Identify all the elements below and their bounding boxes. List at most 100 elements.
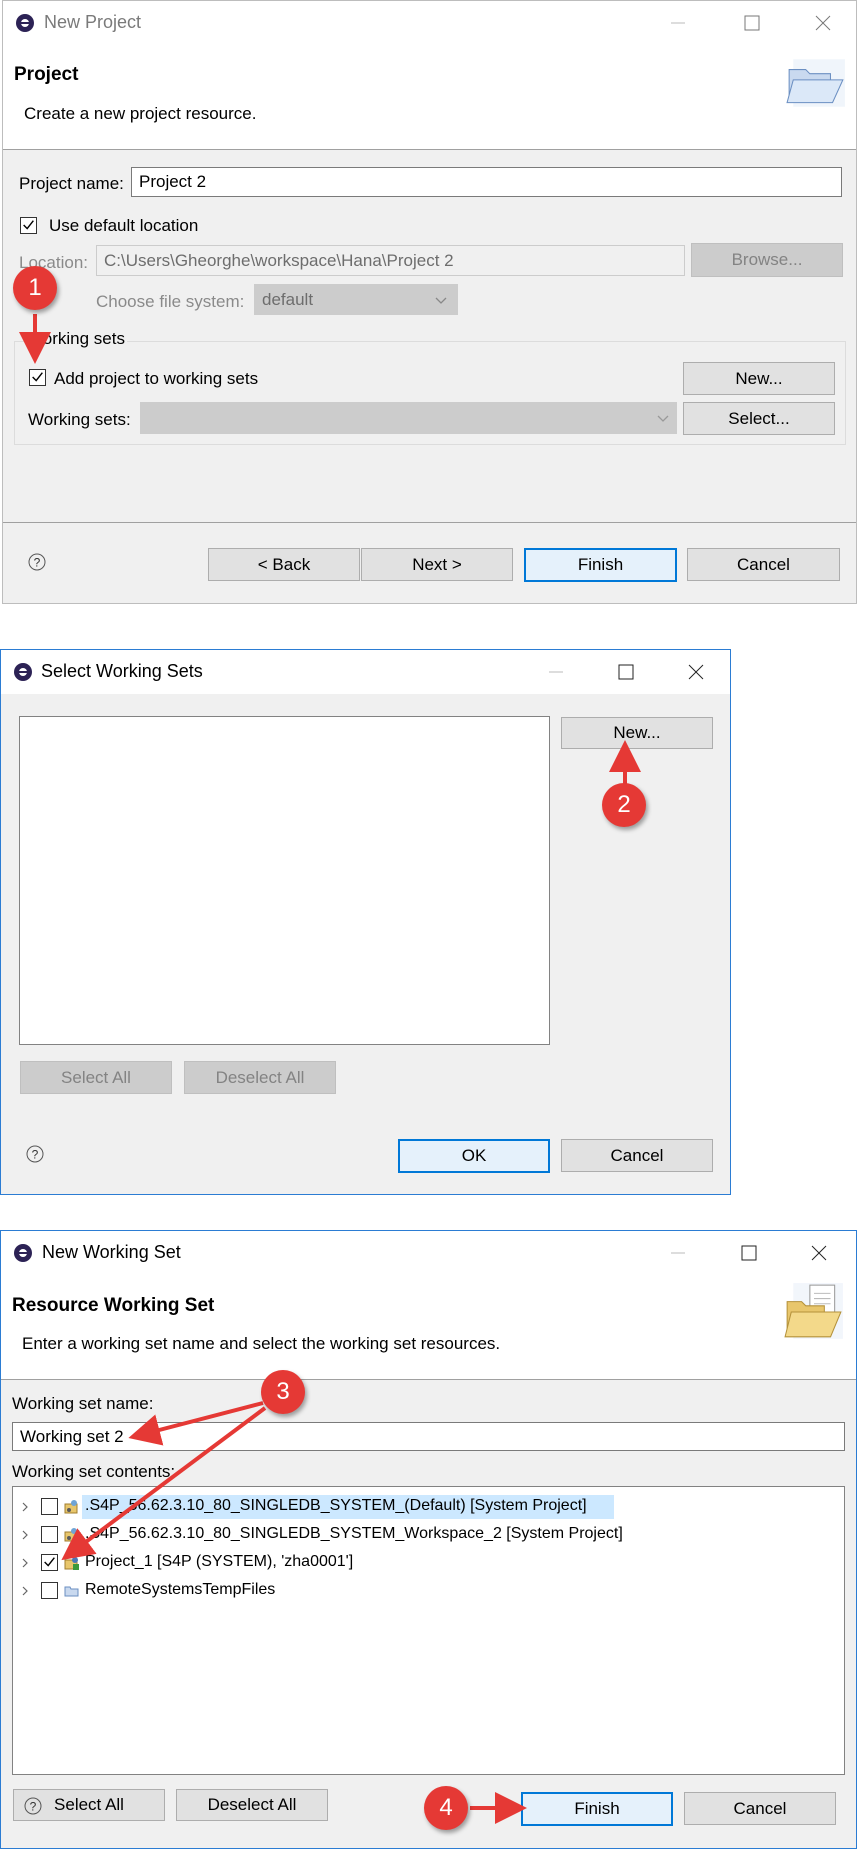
svg-text:?: ? xyxy=(30,1800,37,1814)
minimize-icon[interactable] xyxy=(663,9,693,37)
back-button[interactable]: < Back xyxy=(208,548,360,581)
tree-item[interactable]: .S4P_56.62.3.10_80_SINGLEDB_SYSTEM_Works… xyxy=(13,1523,833,1547)
working-sets-group-label: Working sets xyxy=(25,329,127,349)
cancel-button[interactable]: Cancel xyxy=(684,1792,836,1825)
working-sets-select[interactable] xyxy=(140,402,677,434)
title-bar: New Project xyxy=(3,1,856,45)
chevron-right-icon[interactable] xyxy=(20,1558,30,1568)
title-bar: Select Working Sets xyxy=(1,650,730,694)
file-system-value: default xyxy=(262,290,314,309)
minimize-icon[interactable] xyxy=(663,1239,693,1267)
tree-item-label: RemoteSystemsTempFiles xyxy=(85,1581,276,1598)
svg-text:?: ? xyxy=(34,556,41,570)
help-icon[interactable]: ? xyxy=(24,1797,42,1815)
new-button[interactable]: New... xyxy=(561,717,713,749)
working-set-name-label: Working set name: xyxy=(12,1394,154,1413)
tree-item[interactable]: Project_1 [S4P (SYSTEM), 'zha0001'] xyxy=(13,1551,833,1575)
dialog-header: Resource Working Set Enter a working set… xyxy=(1,1275,856,1379)
title-bar: New Working Set xyxy=(1,1231,856,1275)
use-default-location-checkbox[interactable] xyxy=(20,217,37,234)
working-sets-label: Working sets: xyxy=(28,410,131,429)
svg-text:?: ? xyxy=(32,1148,39,1162)
cancel-button[interactable]: Cancel xyxy=(687,548,840,581)
finish-button[interactable]: Finish xyxy=(524,548,677,582)
minimize-icon[interactable] xyxy=(541,658,571,686)
step-callout-2: 2 xyxy=(602,783,646,827)
next-button[interactable]: Next > xyxy=(361,548,513,581)
finish-button[interactable]: Finish xyxy=(521,1792,673,1826)
checkmark-icon xyxy=(23,220,34,230)
file-system-select[interactable]: default xyxy=(254,284,458,315)
chevron-right-icon[interactable] xyxy=(20,1530,30,1540)
deselect-all-button[interactable]: Deselect All xyxy=(184,1061,336,1094)
eclipse-app-icon xyxy=(14,663,32,681)
deselect-all-button[interactable]: Deselect All xyxy=(176,1789,328,1821)
step-callout-1: 1 xyxy=(13,266,57,310)
project-name-label: Project name: xyxy=(19,174,124,193)
close-icon[interactable] xyxy=(681,658,711,686)
add-to-working-sets-checkbox[interactable] xyxy=(29,369,46,386)
tree-item-checkbox[interactable] xyxy=(41,1582,58,1599)
window-title: New Project xyxy=(44,12,142,32)
project-name-input[interactable]: Project 2 xyxy=(131,167,842,197)
maximize-icon[interactable] xyxy=(737,9,767,37)
checkmark-icon xyxy=(32,372,43,382)
select-working-sets-dialog: Select Working Sets New... Select All De… xyxy=(0,649,731,1195)
tree-item[interactable]: .S4P_56.62.3.10_80_SINGLEDB_SYSTEM_(Defa… xyxy=(13,1495,833,1519)
new-project-dialog: New Project Project Create a new project… xyxy=(2,0,857,604)
tree-item[interactable]: RemoteSystemsTempFiles xyxy=(13,1579,833,1603)
working-sets-list[interactable] xyxy=(19,716,550,1045)
new-working-set-button[interactable]: New... xyxy=(683,362,835,395)
close-icon[interactable] xyxy=(808,9,838,37)
select-all-button[interactable]: Select All xyxy=(20,1061,172,1094)
window-title: New Working Set xyxy=(42,1242,181,1262)
cancel-button[interactable]: Cancel xyxy=(561,1139,713,1172)
eclipse-app-icon xyxy=(14,1244,32,1262)
new-working-set-dialog: New Working Set Resource Working Set Ent… xyxy=(0,1230,857,1849)
header-title: Resource Working Set xyxy=(12,1295,215,1316)
header-description: Create a new project resource. xyxy=(24,104,257,123)
working-set-contents-label: Working set contents: xyxy=(12,1462,176,1481)
close-icon[interactable] xyxy=(804,1239,834,1267)
use-default-location-label[interactable]: Use default location xyxy=(49,216,198,236)
maximize-icon[interactable] xyxy=(611,658,641,686)
header-separator xyxy=(3,149,856,150)
help-icon[interactable]: ? xyxy=(26,1145,44,1163)
system-project-icon xyxy=(64,1500,78,1514)
working-set-contents-tree[interactable]: .S4P_56.62.3.10_80_SINGLEDB_SYSTEM_(Defa… xyxy=(12,1486,845,1775)
ok-button[interactable]: OK xyxy=(398,1139,550,1173)
maximize-icon[interactable] xyxy=(734,1239,764,1267)
system-project-icon xyxy=(64,1528,78,1542)
open-folder-icon xyxy=(786,59,845,107)
tree-item-label: Project_1 [S4P (SYSTEM), 'zha0001'] xyxy=(85,1553,354,1570)
add-to-working-sets-label[interactable]: Add project to working sets xyxy=(54,369,258,389)
help-icon[interactable]: ? xyxy=(28,553,46,571)
header-description: Enter a working set name and select the … xyxy=(22,1334,501,1353)
tree-item-checkbox[interactable] xyxy=(41,1526,58,1543)
browse-button[interactable]: Browse... xyxy=(691,243,843,277)
chevron-down-icon xyxy=(657,415,669,422)
tree-item-checkbox[interactable] xyxy=(41,1498,58,1515)
choose-file-system-label: Choose file system: xyxy=(96,292,245,311)
step-callout-3: 3 xyxy=(261,1370,305,1414)
dialog-header: Project Create a new project resource. xyxy=(3,45,856,149)
project-icon xyxy=(64,1557,79,1570)
footer-separator xyxy=(3,522,856,523)
tree-item-checkbox[interactable] xyxy=(41,1554,58,1571)
step-callout-4: 4 xyxy=(424,1786,468,1830)
working-set-name-input[interactable]: Working set 2 xyxy=(12,1422,845,1451)
tree-item-label: .S4P_56.62.3.10_80_SINGLEDB_SYSTEM_Works… xyxy=(85,1525,623,1542)
folder-icon xyxy=(64,1586,79,1597)
header-separator xyxy=(1,1379,856,1380)
chevron-right-icon[interactable] xyxy=(20,1502,30,1512)
checkmark-icon xyxy=(44,1557,55,1567)
location-input[interactable]: C:\Users\Gheorghe\workspace\Hana\Project… xyxy=(96,245,685,276)
tree-item-label: .S4P_56.62.3.10_80_SINGLEDB_SYSTEM_(Defa… xyxy=(85,1497,587,1514)
folder-document-icon xyxy=(784,1283,843,1339)
eclipse-app-icon xyxy=(16,14,34,32)
chevron-right-icon[interactable] xyxy=(20,1586,30,1596)
header-title: Project xyxy=(14,64,79,85)
chevron-down-icon xyxy=(435,297,447,304)
select-working-sets-button[interactable]: Select... xyxy=(683,402,835,435)
window-title: Select Working Sets xyxy=(41,661,203,681)
